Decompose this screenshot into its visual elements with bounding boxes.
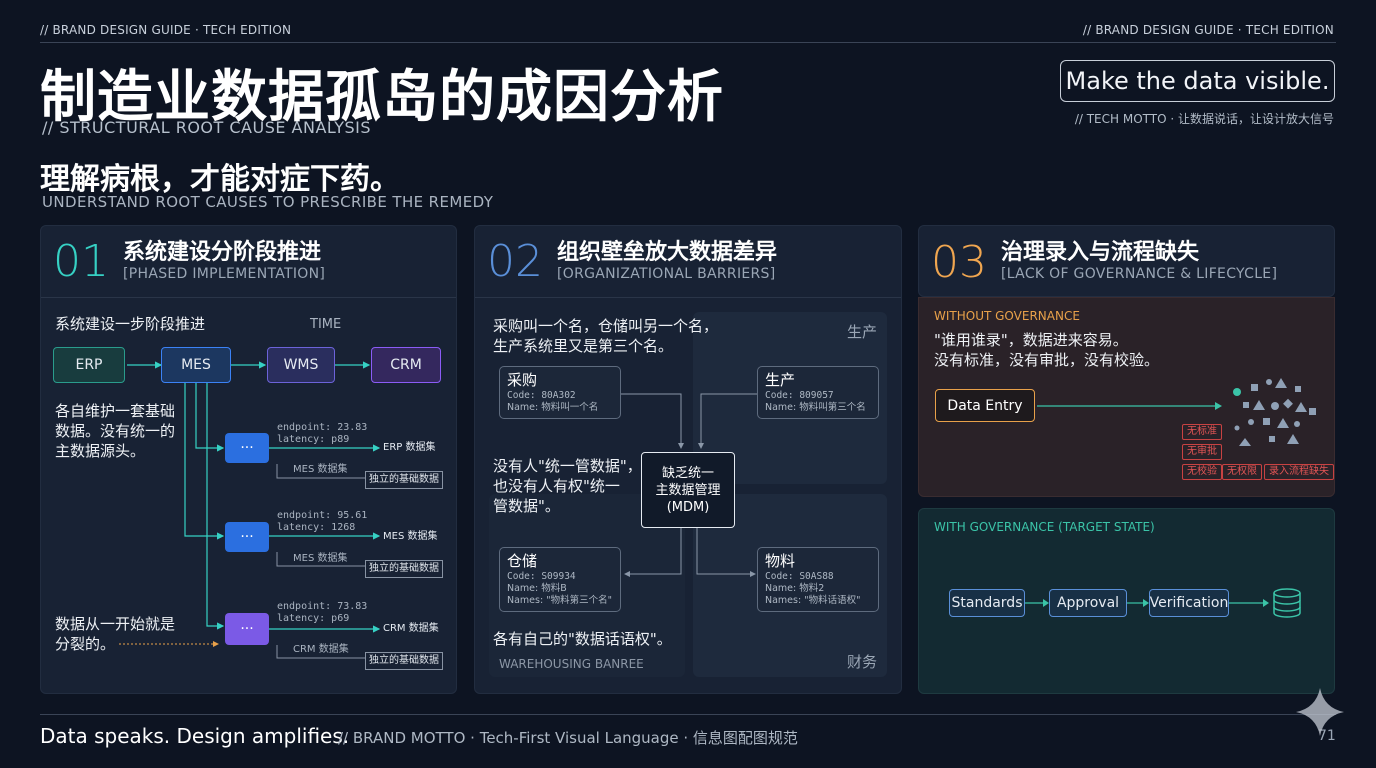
node2-target: MES 数据集 <box>383 531 438 542</box>
panel3-subtitle: [LACK OF GOVERNANCE & LIFECYCLE] <box>1001 266 1278 282</box>
node3-target: CRM 数据集 <box>383 623 439 634</box>
panel1-text2: 数据从一开始就是 分裂的。 <box>55 615 176 653</box>
error-tag-2: 无审批 <box>1182 444 1222 460</box>
header-label-right: // BRAND DESIGN GUIDE · TECH EDITION <box>1082 23 1334 37</box>
scatter-shapes-icon <box>1233 378 1316 446</box>
panel3-header-box: 03 治理录入与流程缺失 [LACK OF GOVERNANCE & LIFEC… <box>918 225 1335 297</box>
node2-source: MES 数据集 <box>293 553 348 564</box>
panel3-header: 03 治理录入与流程缺失 [LACK OF GOVERNANCE & LIFEC… <box>919 226 1334 298</box>
data-node-3: ··· <box>225 613 269 645</box>
node1-target: ERP 数据集 <box>383 442 436 453</box>
error-tag-5: 录入流程缺失 <box>1264 464 1334 480</box>
database-icon <box>1273 588 1301 618</box>
node1-endpoint: endpoint: 23.83 <box>277 422 368 433</box>
node3-endpoint: endpoint: 73.83 <box>277 601 368 612</box>
error-tag-1: 无标准 <box>1182 424 1222 440</box>
mdm-center-box: 缺乏统一 主数据管理 (MDM) <box>641 452 735 528</box>
header-divider <box>40 42 1336 43</box>
node1-source: MES 数据集 <box>293 464 348 475</box>
step-approval: Approval <box>1049 589 1127 617</box>
system-wms: WMS <box>267 347 335 383</box>
card-production: 生产 Code: 809057 Name: 物料叫第三个名 <box>757 366 879 419</box>
error-tag-4: 无权限 <box>1222 464 1262 480</box>
footer-divider <box>40 714 1336 715</box>
card-warehouse: 仓储 Code: S09934 Name: 物料B Names: "物料第三个名… <box>499 547 621 612</box>
card-purchase: 采购 Code: 80A302 Name: 物料叫一个名 <box>499 366 621 419</box>
motto-subtext: // TECH MOTTO · 让数据说话，让设计放大信号 <box>1074 112 1334 126</box>
data-node-2: ··· <box>225 522 269 552</box>
step-standards: Standards <box>949 589 1025 617</box>
node3-latency: latency: p69 <box>277 613 350 624</box>
panel-phased-implementation: 01 系统建设分阶段推进 [PHASED IMPLEMENTATION] 系统建… <box>40 225 457 694</box>
panel2-bottom-label: WAREHOUSING BANREE <box>499 657 644 671</box>
header-label-left: // BRAND DESIGN GUIDE · TECH EDITION <box>40 23 292 37</box>
panel-with-governance: WITH GOVERNANCE (TARGET STATE) Standards… <box>918 508 1335 694</box>
panel3-title: 治理录入与流程缺失 <box>1001 240 1200 265</box>
node1-box: 独立的基础数据 <box>365 471 443 489</box>
system-crm: CRM <box>371 347 441 383</box>
panel1-text1: 各自维护一套基础 数据。没有统一的 主数据源头。 <box>55 402 176 460</box>
node2-latency: latency: 1268 <box>277 522 356 533</box>
panel-organizational-barriers: 02 组织壁垒放大数据差异 [ORGANIZATIONAL BARRIERS] … <box>474 225 902 694</box>
node3-source: CRM 数据集 <box>293 644 349 655</box>
system-erp: ERP <box>53 347 125 383</box>
system-mes: MES <box>161 347 231 383</box>
node3-box: 独立的基础数据 <box>365 652 443 670</box>
node2-box: 独立的基础数据 <box>365 560 443 578</box>
node1-latency: latency: p89 <box>277 434 350 445</box>
step-verification: Verification <box>1149 589 1229 617</box>
motto-box: Make the data visible. <box>1060 60 1335 102</box>
data-node-1: ··· <box>225 433 269 463</box>
footer-main: Data speaks. Design amplifies. <box>40 724 350 748</box>
footer-sub: // BRAND MOTTO · Tech-First Visual Langu… <box>338 729 798 747</box>
error-tag-3: 无校验 <box>1182 464 1222 480</box>
panel3-number: 03 <box>931 236 987 288</box>
page-subtitle: // STRUCTURAL ROOT CAUSE ANALYSIS <box>42 118 371 137</box>
node2-endpoint: endpoint: 95.61 <box>277 510 368 521</box>
panel2-mid-text: 没有人"统一管数据"， 也没有人有权"统一 管数据"。 <box>493 457 642 515</box>
lead-text-en: UNDERSTAND ROOT CAUSES TO PRESCRIBE THE … <box>42 193 494 211</box>
card-material: 物料 Code: S0AS88 Name: 物料2 Names: "物料话语权" <box>757 547 879 612</box>
lead-text: 理解病根，才能对症下药。 <box>40 162 400 197</box>
panel2-bottom-text: 各有自己的"数据话语权"。 <box>493 630 672 648</box>
page-number: 71 <box>1318 728 1336 744</box>
panel-without-governance: WITHOUT GOVERNANCE "谁用谁录"，数据进来容易。 没有标准，没… <box>918 297 1335 497</box>
